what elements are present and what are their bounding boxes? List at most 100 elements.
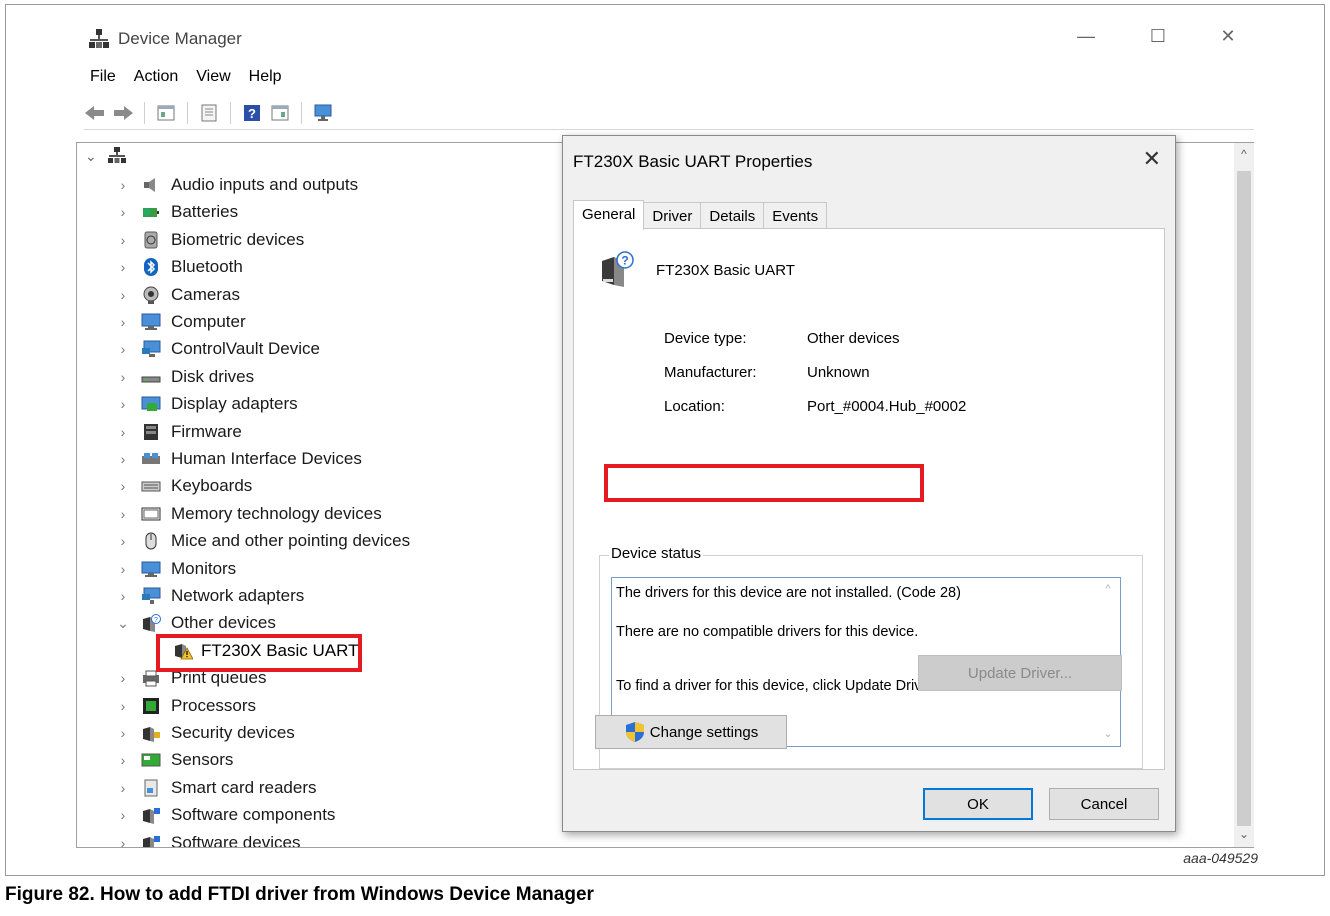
expand-chevron-icon[interactable]: ⌄: [85, 148, 97, 165]
collapse-chevron-icon[interactable]: ›: [115, 533, 131, 549]
collapse-chevron-icon[interactable]: ›: [115, 725, 131, 741]
close-window-button[interactable]: ✕: [1208, 24, 1248, 48]
monitor-icon[interactable]: [312, 102, 334, 124]
tree-item[interactable]: › Security devices: [115, 721, 295, 745]
tree-item[interactable]: › Human Interface Devices: [115, 447, 362, 471]
scroll-thumb[interactable]: [1237, 171, 1251, 826]
tree-item[interactable]: › Sensors: [115, 748, 234, 772]
collapse-chevron-icon[interactable]: ›: [115, 670, 131, 686]
manufacturer-label: Manufacturer:: [664, 363, 757, 381]
fingerprint-icon: [141, 231, 161, 249]
minimize-button[interactable]: —: [1066, 24, 1106, 48]
tab-driver[interactable]: Driver: [643, 202, 702, 230]
help-icon[interactable]: ?: [241, 102, 263, 124]
collapse-chevron-icon[interactable]: ›: [115, 478, 131, 494]
scroll-down-icon[interactable]: ⌄: [1234, 827, 1254, 841]
tree-item[interactable]: › Audio inputs and outputs: [115, 173, 359, 197]
collapse-chevron-icon[interactable]: ›: [115, 341, 131, 357]
collapse-chevron-icon[interactable]: ›: [115, 807, 131, 823]
collapse-chevron-icon[interactable]: ›: [115, 451, 131, 467]
device-header: ? FT230X Basic UART: [600, 251, 795, 289]
tree-item[interactable]: › Network adapters: [115, 584, 305, 608]
forward-arrow-icon[interactable]: [112, 102, 134, 124]
tree-item[interactable]: › Software components: [115, 803, 335, 827]
tree-item-label: Batteries: [171, 202, 239, 221]
smartcard-icon: [141, 779, 161, 797]
tree-item-label: Disk drives: [171, 367, 255, 386]
menu-view[interactable]: View: [196, 66, 230, 92]
uac-shield-icon: [625, 722, 644, 742]
ok-button[interactable]: OK: [923, 788, 1033, 820]
tree-scrollbar[interactable]: ^ ⌄: [1234, 143, 1254, 847]
collapse-chevron-icon[interactable]: ›: [115, 259, 131, 275]
tree-item[interactable]: › Mice and other pointing devices: [115, 529, 410, 553]
properties-icon[interactable]: [155, 102, 177, 124]
tree-item[interactable]: › Cameras: [115, 283, 240, 307]
maximize-button[interactable]: ☐: [1138, 24, 1178, 48]
tree-root[interactable]: ⌄: [85, 147, 127, 165]
update-driver-button[interactable]: Update Driver...: [918, 655, 1122, 691]
expand-chevron-icon[interactable]: ⌄: [115, 615, 131, 632]
menu-bar: File Action View Help: [90, 66, 282, 92]
title-bar: Device Manager: [88, 24, 242, 54]
collapse-chevron-icon[interactable]: ›: [115, 698, 131, 714]
collapse-chevron-icon[interactable]: ›: [115, 506, 131, 522]
collapse-chevron-icon[interactable]: ›: [115, 424, 131, 440]
tree-item[interactable]: › Processors: [115, 694, 256, 718]
toolbar-separator: [230, 101, 231, 124]
tree-item[interactable]: ⌄? Other devices: [115, 611, 276, 635]
tree-item[interactable]: › Smart card readers: [115, 776, 317, 800]
collapse-chevron-icon[interactable]: ›: [115, 561, 131, 577]
tab-general[interactable]: General: [573, 200, 645, 230]
software-icon: [141, 806, 161, 824]
collapse-chevron-icon[interactable]: ›: [115, 588, 131, 604]
firmware-icon: [141, 423, 161, 441]
dialog-close-icon[interactable]: ✕: [1143, 146, 1161, 172]
battery-icon: [141, 203, 161, 221]
tree-item-label: Processors: [171, 696, 257, 715]
menu-action[interactable]: Action: [134, 66, 178, 92]
collapse-chevron-icon[interactable]: ›: [115, 396, 131, 412]
tree-item[interactable]: › Firmware: [115, 420, 242, 444]
collapse-chevron-icon[interactable]: ›: [115, 369, 131, 385]
collapse-chevron-icon[interactable]: ›: [115, 835, 131, 847]
collapse-chevron-icon[interactable]: ›: [115, 177, 131, 193]
collapse-chevron-icon[interactable]: ›: [115, 752, 131, 768]
tree-item[interactable]: › Monitors: [115, 557, 237, 581]
location-value: Port_#0004.Hub_#0002: [807, 397, 967, 415]
menu-help[interactable]: Help: [249, 66, 282, 92]
tree-item[interactable]: › Batteries: [115, 200, 238, 224]
tree-item[interactable]: › Computer: [115, 310, 246, 334]
network-icon: [141, 587, 161, 605]
cancel-button[interactable]: Cancel: [1049, 788, 1159, 820]
menu-file[interactable]: File: [90, 66, 116, 92]
show-hidden-icon[interactable]: [269, 102, 291, 124]
tree-item[interactable]: › Software devices: [115, 831, 300, 847]
status-scroll-down-icon[interactable]: ⌄: [1100, 729, 1116, 740]
tab-events[interactable]: Events: [763, 202, 828, 230]
tree-item[interactable]: › Keyboards: [115, 474, 253, 498]
tab-details[interactable]: Details: [700, 202, 765, 230]
back-arrow-icon[interactable]: [84, 102, 106, 124]
collapse-chevron-icon[interactable]: ›: [115, 287, 131, 303]
collapse-chevron-icon[interactable]: ›: [115, 314, 131, 330]
status-scroll-up-icon[interactable]: ^: [1100, 584, 1116, 595]
tree-item[interactable]: › Memory technology devices: [115, 502, 382, 526]
tree-item[interactable]: › Bluetooth: [115, 255, 243, 279]
collapse-chevron-icon[interactable]: ›: [115, 780, 131, 796]
change-settings-button[interactable]: Change settings: [595, 715, 787, 749]
toolbar-separator: [301, 101, 302, 124]
status-code: (Code 28): [892, 585, 961, 601]
tree-item[interactable]: › Display adapters: [115, 392, 298, 416]
tree-item[interactable]: › Biometric devices: [115, 228, 305, 252]
tree-item-label: Mice and other pointing devices: [171, 531, 411, 550]
scroll-up-icon[interactable]: ^: [1234, 147, 1254, 161]
tree-item-label: Audio inputs and outputs: [171, 175, 359, 194]
tree-item[interactable]: › ControlVault Device: [115, 337, 320, 361]
collapse-chevron-icon[interactable]: ›: [115, 204, 131, 220]
tree-item-label: Cameras: [171, 285, 240, 304]
security-icon: [141, 724, 161, 742]
tree-item[interactable]: › Disk drives: [115, 365, 254, 389]
collapse-chevron-icon[interactable]: ›: [115, 232, 131, 248]
document-icon[interactable]: [198, 102, 220, 124]
